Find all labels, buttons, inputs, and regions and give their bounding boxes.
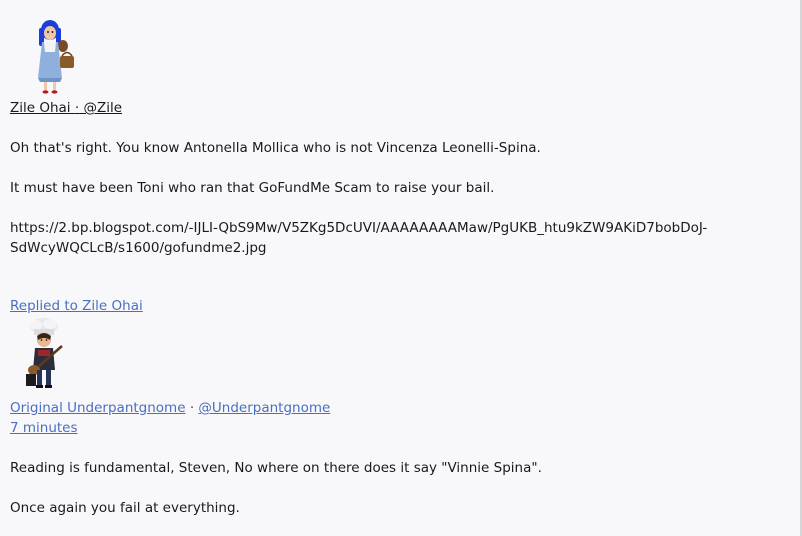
- dorothy-avatar-icon[interactable]: [28, 16, 88, 94]
- author-name[interactable]: Zile Ohai: [10, 100, 71, 116]
- post-zile: Zile Ohai · @Zile Oh that's right. You k…: [10, 16, 790, 258]
- author-name[interactable]: Original Underpantgnome: [10, 400, 186, 416]
- timestamp-link[interactable]: 7 minutes: [10, 420, 78, 436]
- author-handle[interactable]: @Underpantgnome: [198, 400, 330, 416]
- post-paragraph: Oh that's right. You know Antonella Moll…: [10, 140, 541, 156]
- timestamp-line: 7 minutes: [10, 418, 790, 438]
- replied-to-link[interactable]: Replied to Zile Ohai: [10, 296, 143, 316]
- author-line: Original Underpantgnome · @Underpantgnom…: [10, 398, 790, 418]
- author-separator: ·: [189, 400, 195, 416]
- post-paragraph: Once again you fail at everything.: [10, 500, 240, 516]
- chef-guitar-avatar-icon[interactable]: [16, 316, 76, 392]
- author-line: Zile Ohai · @Zile: [10, 98, 790, 118]
- post-paragraph: Reading is fundamental, Steven, No where…: [10, 460, 542, 476]
- author-handle[interactable]: @Zile: [83, 100, 122, 116]
- post-paragraph: It must have been Toni who ran that GoFu…: [10, 180, 495, 196]
- author-separator: ·: [74, 100, 80, 116]
- post-underpantgnome: Replied to Zile Ohai Original Underpantg…: [10, 296, 790, 518]
- post-url-text: https://2.bp.blogspot.com/-IJLI-QbS9Mw/V…: [10, 220, 708, 256]
